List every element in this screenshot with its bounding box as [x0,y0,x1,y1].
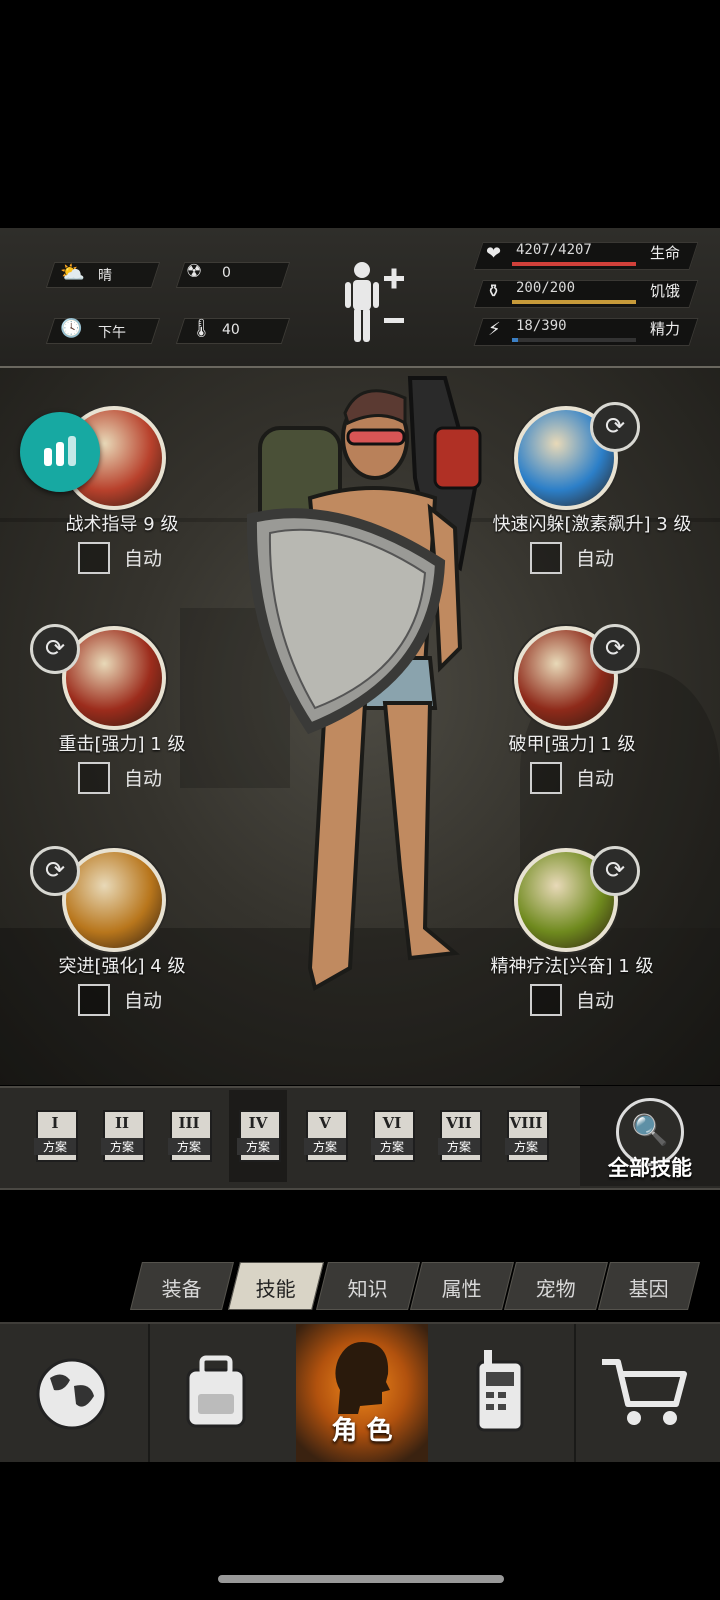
character-figure [240,368,490,1028]
auto-label: 自动 [124,768,163,790]
auto-label: 自动 [576,768,615,790]
health-value: 4207/4207 [516,242,592,258]
thermometer-icon: 🌡 [190,318,213,339]
weather-text: 晴 [98,268,112,284]
nav-role[interactable]: 角 色 [296,1324,428,1462]
auto-checkbox-dash[interactable] [78,984,110,1016]
energy-icon: ⚡ [488,319,501,340]
auto-label: 自动 [124,990,163,1012]
all-skills-label: 全部技能 [608,1156,692,1180]
auto-checkbox-heavy-strike[interactable] [78,762,110,794]
time-of-day-text: 下午 [98,325,126,341]
auto-checkbox-mental-therapy[interactable] [530,984,562,1016]
heart-icon: ❤ [486,243,502,264]
swap-icon[interactable]: ⟳ [30,624,80,674]
plan-button-6[interactable]: VI 方案 [371,1110,415,1162]
skill-name-dash: 突进[强化] 4 级 [58,956,186,977]
plan-button-4[interactable]: IV 方案 [237,1110,281,1162]
nav-inventory[interactable] [150,1324,296,1462]
tab-genes[interactable]: 基因 [598,1262,700,1310]
tab-attributes[interactable]: 属性 [410,1262,514,1310]
radiation-value: 0 [222,265,231,281]
swap-icon[interactable]: ⟳ [30,846,80,896]
energy-bar [512,338,636,342]
floating-stats-button[interactable] [20,412,100,492]
hunger-bar [512,300,636,304]
nav-role-label: 角 色 [331,1416,393,1446]
plan-button-5[interactable]: V 方案 [304,1110,348,1162]
temperature-value: 40 [222,322,240,338]
backpack-icon [186,1355,246,1428]
plan-button-2[interactable]: II 方案 [101,1110,145,1162]
all-skills-button[interactable]: 🔍 全部技能 [580,1086,720,1186]
energy-value: 18/390 [516,318,567,334]
energy-label: 精力 [650,320,681,338]
tab-pets[interactable]: 宠物 [504,1262,608,1310]
bottom-nav: 角 色 [0,1322,720,1462]
bar-chart-icon [44,436,76,466]
health-bar [512,262,636,266]
auto-checkbox-armor-break[interactable] [530,762,562,794]
skill-name-dodge: 快速闪躲[激素飙升] 3 级 [492,514,692,535]
plan-button-8[interactable]: VIII 方案 [505,1110,549,1162]
plan-button-7[interactable]: VII 方案 [438,1110,482,1162]
nav-shop[interactable] [576,1324,720,1462]
health-label: 生命 [650,244,681,262]
globe-icon [36,1358,108,1430]
auto-label: 自动 [576,990,615,1012]
status-hud: ⛅ 晴 ☢ 0 🕓 下午 🌡 40 ❤ 4207/4207 生命 ⚱ 200/2… [0,228,720,368]
skill-name-armor-break: 破甲[强力] 1 级 [508,734,636,755]
auto-checkbox-tactics[interactable] [78,542,110,574]
stomach-icon: ⚱ [486,281,502,302]
tab-skills[interactable]: 技能 [228,1262,324,1310]
weather-sun-cloud-icon: ⛅ [60,260,85,284]
nav-map[interactable] [0,1324,148,1462]
clock-icon: 🕓 [60,318,83,339]
body-status-figure[interactable] [340,258,420,348]
swap-icon[interactable]: ⟳ [590,402,640,452]
hunger-label: 饥饿 [650,282,681,300]
character-scene: 战术指导 9 级 自动 ⟳ 快速闪躲[激素飙升] 3 级 自动 ⟳ 重击[强力]… [0,368,720,1085]
plan-button-1[interactable]: I 方案 [34,1110,78,1162]
role-head-icon [335,1342,390,1414]
skill-name-heavy-strike: 重击[强力] 1 级 [58,734,186,755]
auto-label: 自动 [576,548,615,570]
hunger-value: 200/200 [516,280,576,296]
radiation-icon: ☢ [186,261,203,282]
auto-checkbox-dodge[interactable] [530,542,562,574]
plan-button-3[interactable]: III 方案 [168,1110,212,1162]
auto-label: 自动 [124,548,163,570]
cart-icon [602,1359,687,1425]
swap-icon[interactable]: ⟳ [590,624,640,674]
tab-equipment[interactable]: 装备 [130,1262,234,1310]
tab-knowledge[interactable]: 知识 [316,1262,420,1310]
skill-name-tactics: 战术指导 9 级 [65,514,179,535]
home-indicator[interactable] [218,1575,504,1583]
nav-radio[interactable] [428,1324,574,1462]
radio-icon [476,1350,524,1432]
swap-icon[interactable]: ⟳ [590,846,640,896]
skill-name-mental-therapy: 精神疗法[兴奋] 1 级 [490,956,654,977]
